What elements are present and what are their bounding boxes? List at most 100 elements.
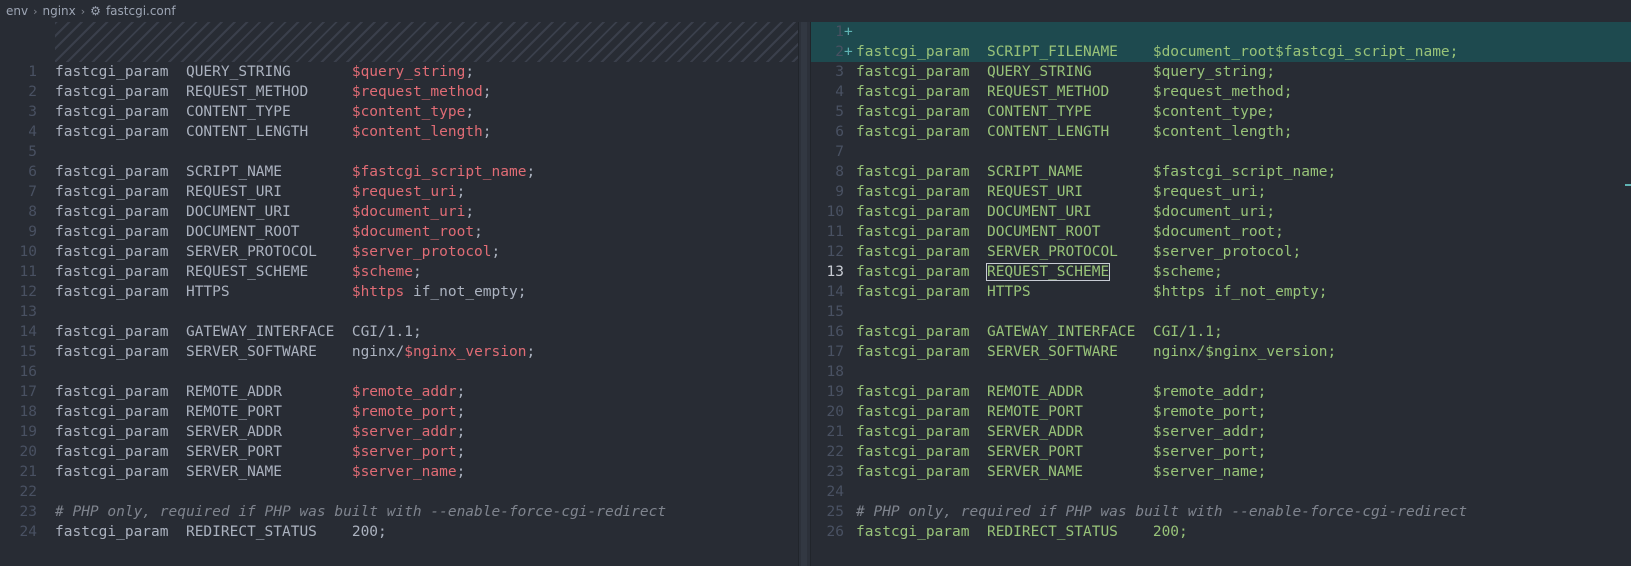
code-line[interactable]: 6 fastcgi_param SCRIPT_NAME $fastcgi_scri… (0, 162, 798, 182)
statement-end: ; (456, 384, 466, 400)
code-line[interactable]: 22 fastcgi_param SERVER_PORT $server_port… (811, 442, 1631, 462)
code-line[interactable]: 18 (811, 362, 1631, 382)
statement-end: ; (1275, 224, 1284, 240)
param-name: HTTPS (986, 284, 1031, 300)
code-line[interactable]: 1 fastcgi_param QUERY_STRING $query_strin… (0, 62, 798, 82)
statement-end: ; (1179, 524, 1188, 540)
code-line[interactable]: 23 fastcgi_param SERVER_NAME $server_name… (811, 462, 1631, 482)
param-variable: $document_root (1152, 224, 1276, 240)
code-line[interactable]: 20 fastcgi_param SERVER_PORT $server_port… (0, 442, 798, 462)
code-line[interactable]: 19 fastcgi_param SERVER_ADDR $server_addr… (0, 422, 798, 442)
code-line[interactable]: 15 (811, 302, 1631, 322)
scrollbar-thumb[interactable] (801, 22, 807, 566)
code-line[interactable]: 4 fastcgi_param REQUEST_METHOD $request_m… (811, 82, 1631, 102)
code-line[interactable]: 22 (0, 482, 798, 502)
directive-keyword: fastcgi_param (856, 444, 970, 460)
param-name: REDIRECT_STATUS (185, 524, 317, 540)
line-number: 4 (835, 84, 844, 100)
breadcrumb-item-env[interactable]: env (6, 4, 28, 18)
param-name: SERVER_PORT (986, 444, 1083, 460)
code-line[interactable]: 9 fastcgi_param DOCUMENT_ROOT $document_r… (0, 222, 798, 242)
diff-splitter[interactable] (798, 22, 811, 566)
line-number: 11 (826, 224, 844, 240)
code-line[interactable]: 20 fastcgi_param REMOTE_PORT $remote_port… (811, 402, 1631, 422)
code-line[interactable]: 19 fastcgi_param REMOTE_ADDR $remote_addr… (811, 382, 1631, 402)
param-variable: $fastcgi_script_name (1152, 164, 1328, 180)
code-line[interactable]: 2 fastcgi_param REQUEST_METHOD $request_m… (0, 82, 798, 102)
diff-original-pane[interactable]: 1 fastcgi_param QUERY_STRING $query_strin… (0, 22, 798, 566)
code-line[interactable]: 16 (0, 362, 798, 382)
code-line[interactable]: 18 fastcgi_param REMOTE_PORT $remote_port… (0, 402, 798, 422)
code-line[interactable]: 10 fastcgi_param SERVER_PROTOCOL $server_… (0, 242, 798, 262)
line-number: 2 (835, 44, 844, 60)
statement-end: ; (1327, 164, 1337, 180)
breadcrumb-item-nginx[interactable]: nginx (43, 4, 76, 18)
directive-keyword: fastcgi_param (55, 524, 169, 540)
directive-keyword: fastcgi_param (856, 344, 970, 360)
param-literal: 200 (1152, 524, 1180, 540)
code-line[interactable]: 21 fastcgi_param SERVER_ADDR $server_addr… (811, 422, 1631, 442)
statement-end: ; (1257, 384, 1267, 400)
directive-keyword: fastcgi_param (55, 424, 169, 440)
code-line[interactable]: 7 (811, 142, 1631, 162)
breadcrumb-item-file[interactable]: fastcgi.conf (106, 4, 176, 18)
param-name: REMOTE_PORT (986, 404, 1083, 420)
code-line[interactable]: 3 fastcgi_param QUERY_STRING $query_strin… (811, 62, 1631, 82)
code-line[interactable]: 8 fastcgi_param DOCUMENT_URI $document_ur… (0, 202, 798, 222)
directive-keyword: fastcgi_param (856, 124, 970, 140)
directive-keyword: fastcgi_param (856, 164, 970, 180)
line-number: 2 (28, 84, 37, 100)
code-line[interactable]: 11 fastcgi_param REQUEST_SCHEME $scheme; (0, 262, 798, 282)
param-variable: $server_addr (351, 424, 457, 440)
code-line[interactable]: 2+ fastcgi_param SCRIPT_FILENAME $documen… (811, 42, 1631, 62)
code-line[interactable]: 21 fastcgi_param SERVER_NAME $server_name… (0, 462, 798, 482)
line-number: 5 (28, 144, 37, 160)
code-line[interactable]: 13 (0, 302, 798, 322)
statement-end: ; (456, 184, 466, 200)
param-variable: $fastcgi_script_name (351, 164, 527, 180)
code-line[interactable]: 11 fastcgi_param DOCUMENT_ROOT $document_… (811, 222, 1631, 242)
param-literal: nginx/ (1152, 344, 1206, 360)
code-line[interactable]: 17 fastcgi_param REMOTE_ADDR $remote_addr… (0, 382, 798, 402)
code-line[interactable]: 7 fastcgi_param REQUEST_URI $request_uri; (0, 182, 798, 202)
line-number: 18 (19, 404, 37, 420)
line-number: 14 (826, 284, 844, 300)
param-variable: $request_uri (351, 184, 457, 200)
code-line[interactable]: 5 (0, 142, 798, 162)
code-line[interactable]: 6 fastcgi_param CONTENT_LENGTH $content_l… (811, 122, 1631, 142)
statement-end: ; (474, 224, 483, 240)
code-line[interactable]: 25 # PHP only, required if PHP was built … (811, 502, 1631, 522)
code-lines-modified: 1+ 2+ fastcgi_param SCRIPT_FILENAME $docum… (811, 22, 1631, 542)
code-line[interactable]: 14 fastcgi_param GATEWAY_INTERFACE CGI/1.… (0, 322, 798, 342)
code-line[interactable]: 12 fastcgi_param SERVER_PROTOCOL $server_… (811, 242, 1631, 262)
statement-end: ; (482, 84, 492, 100)
code-line[interactable]: 10 fastcgi_param DOCUMENT_URI $document_u… (811, 202, 1631, 222)
code-line[interactable]: 3 fastcgi_param CONTENT_TYPE $content_typ… (0, 102, 798, 122)
code-line[interactable]: 12 fastcgi_param HTTPS $https if_not_empt… (0, 282, 798, 302)
code-line[interactable]: 14 fastcgi_param HTTPS $https if_not_empt… (811, 282, 1631, 302)
line-number: 1 (835, 24, 844, 40)
code-line[interactable]: 4 fastcgi_param CONTENT_LENGTH $content_l… (0, 122, 798, 142)
code-line[interactable]: 8 fastcgi_param SCRIPT_NAME $fastcgi_scri… (811, 162, 1631, 182)
param-name: REMOTE_ADDR (185, 384, 282, 400)
code-line[interactable]: 15 fastcgi_param SERVER_SOFTWARE nginx/$n… (0, 342, 798, 362)
statement-end: ; (491, 244, 501, 260)
code-line[interactable]: 1+ (811, 22, 1631, 42)
statement-end: ; (1257, 424, 1267, 440)
code-line[interactable]: 23 # PHP only, required if PHP was built … (0, 502, 798, 522)
code-line[interactable]: 24 fastcgi_param REDIRECT_STATUS 200; (0, 522, 798, 542)
directive-keyword: fastcgi_param (856, 264, 970, 280)
code-line[interactable]: 13 fastcgi_param REQUEST_SCHEME $scheme; (811, 262, 1631, 282)
diff-modified-pane[interactable]: 1+ 2+ fastcgi_param SCRIPT_FILENAME $docum… (811, 22, 1631, 566)
code-line[interactable]: 26 fastcgi_param REDIRECT_STATUS 200; (811, 522, 1631, 542)
code-line[interactable]: 5 fastcgi_param CONTENT_TYPE $content_typ… (811, 102, 1631, 122)
directive-keyword: fastcgi_param (55, 84, 169, 100)
code-line[interactable]: 24 (811, 482, 1631, 502)
line-number: 20 (826, 404, 844, 420)
statement-end: ; (456, 444, 466, 460)
line-number: 12 (826, 244, 844, 260)
code-line[interactable]: 16 fastcgi_param GATEWAY_INTERFACE CGI/1.… (811, 322, 1631, 342)
code-line[interactable]: 9 fastcgi_param REQUEST_URI $request_uri; (811, 182, 1631, 202)
directive-keyword: fastcgi_param (856, 104, 970, 120)
code-line[interactable]: 17 fastcgi_param SERVER_SOFTWARE nginx/$n… (811, 342, 1631, 362)
